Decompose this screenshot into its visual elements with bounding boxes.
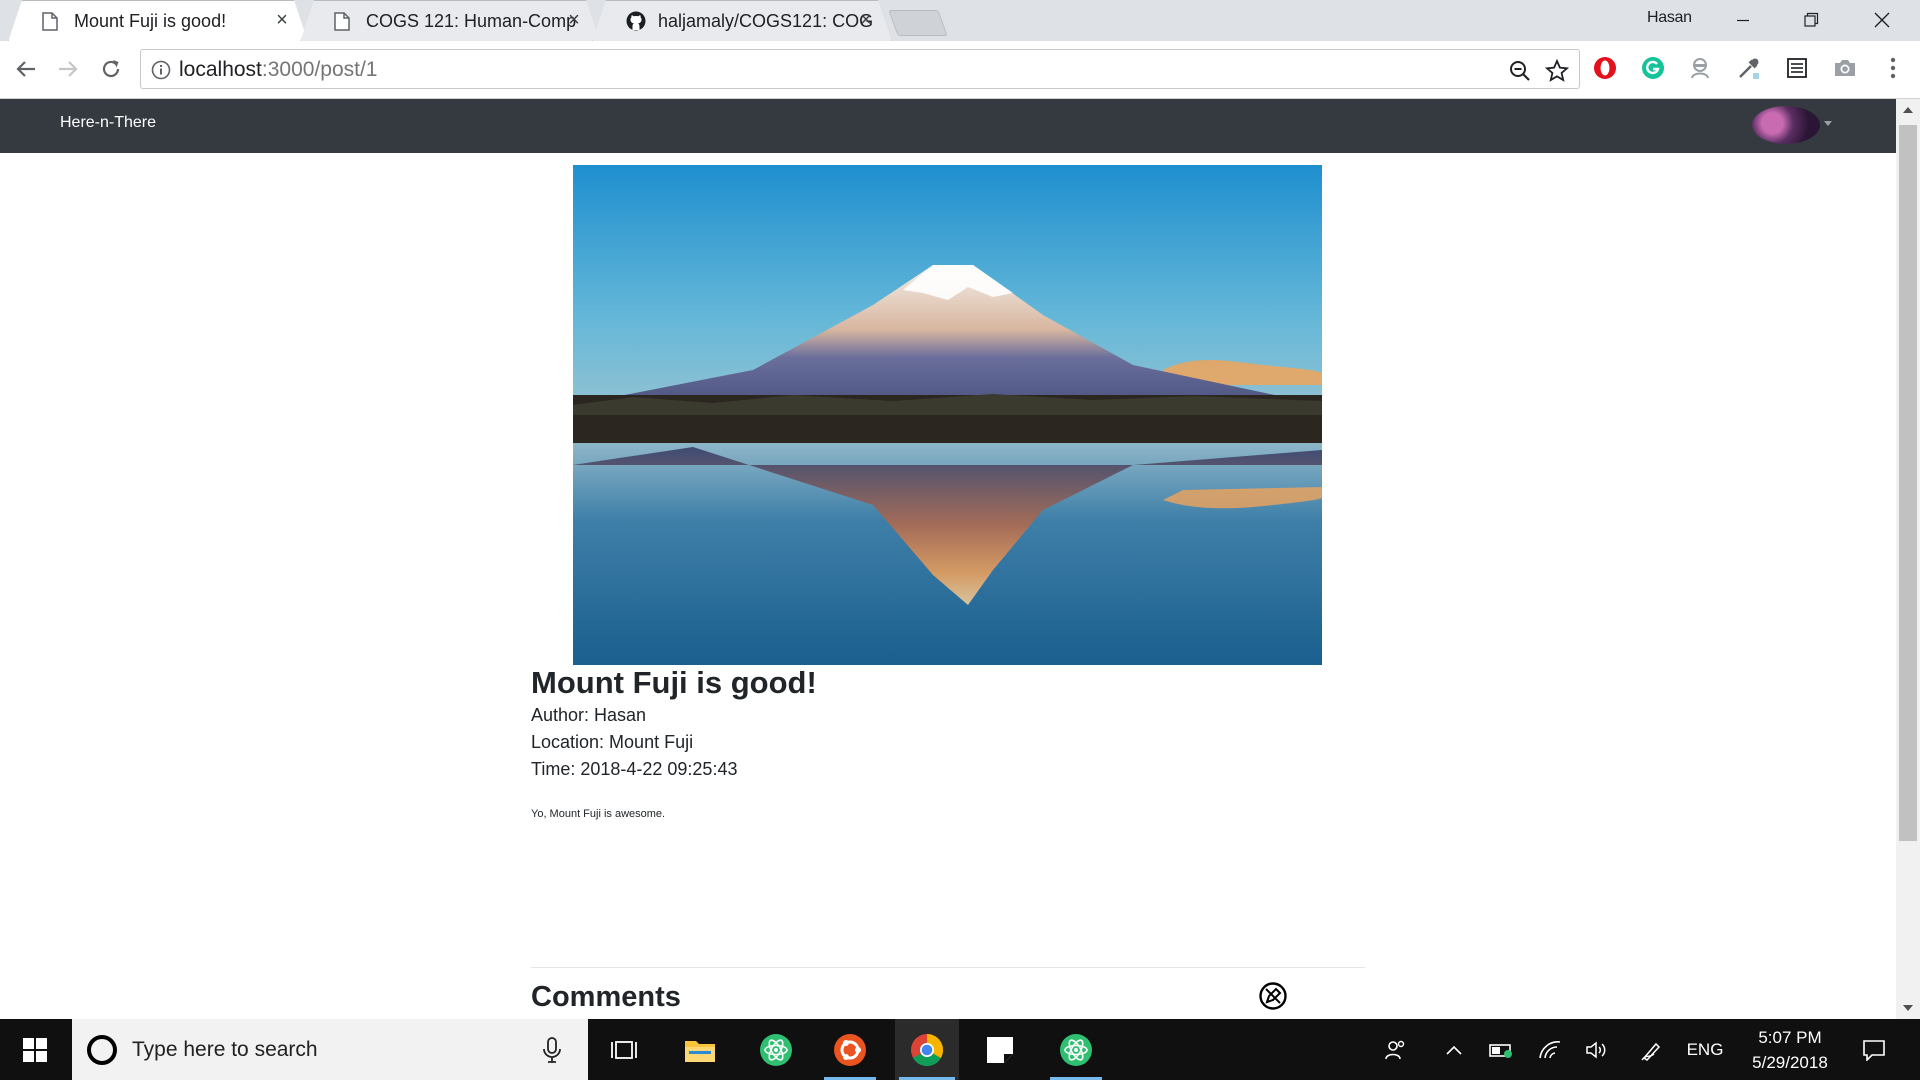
back-icon[interactable] [10,53,42,85]
file-explorer-icon[interactable] [670,1019,730,1080]
url-text[interactable]: localhost:3000/post/1 [179,58,377,82]
eyedropper-icon[interactable] [1734,53,1764,83]
tab-close-icon[interactable]: × [856,10,876,30]
new-tab-button[interactable] [888,10,948,36]
wifi-icon[interactable] [1534,1019,1566,1080]
post-author: Author: Hasan [531,705,647,725]
github-icon [626,11,646,31]
url-path: :3000/post/1 [261,58,378,81]
post-location: Location: Mount Fuji [531,732,694,752]
language-indicator[interactable]: ENG [1680,1019,1730,1080]
system-clock[interactable]: 5:07 PM 5/29/2018 [1735,1025,1845,1075]
zoom-icon[interactable] [1507,58,1533,84]
menu-dots-icon[interactable] [1878,53,1908,83]
address-bar[interactable]: localhost:3000/post/1 [140,49,1580,89]
incognito-extension-icon[interactable] [1685,53,1715,83]
task-view-icon[interactable] [594,1019,654,1080]
post-body: Yo, Mount Fuji is awesome. [531,808,666,820]
browser-tab-strip: Mount Fuji is good! × COGS 121: Human-Co… [0,0,1920,41]
info-icon[interactable] [151,60,171,80]
section-divider [531,967,1365,968]
windows-taskbar: Type here to search ENG 5:07 PM 5/29/201… [0,1019,1920,1080]
site-brand-link[interactable]: Here-n-There [60,114,156,132]
comments-heading: Comments [531,981,681,1013]
tab-mount-fuji[interactable]: Mount Fuji is good! × [8,0,308,42]
scrollbar-thumb[interactable] [1899,125,1917,841]
microphone-icon[interactable] [542,1037,562,1063]
action-center-icon[interactable] [1852,1019,1896,1080]
grammarly-icon[interactable] [1638,53,1668,83]
browser-toolbar: localhost:3000/post/1 [0,41,1920,99]
url-host: localhost [179,58,262,81]
tab-close-icon[interactable]: × [564,10,584,30]
atom-editor-running-icon[interactable] [1046,1019,1106,1080]
post-time: Time: 2018-4-22 09:25:43 [531,759,738,779]
compose-icon[interactable] [1258,981,1288,1011]
chrome-icon[interactable] [895,1019,959,1080]
post-title: Mount Fuji is good! [531,665,817,700]
profile-name[interactable]: Hasan [1647,9,1692,27]
scroll-down-icon[interactable] [1901,1001,1915,1015]
page-icon [334,12,350,31]
people-icon[interactable] [1378,1019,1414,1080]
forward-icon[interactable] [52,53,84,85]
tab-cogs121[interactable]: COGS 121: Human-Comp × [300,0,600,42]
close-window-icon[interactable] [1848,0,1916,40]
taskbar-search[interactable]: Type here to search [72,1019,588,1080]
user-avatar[interactable] [1752,106,1820,144]
site-navbar: Here-n-There [0,99,1896,153]
ubuntu-icon[interactable] [820,1019,880,1080]
bookmark-star-icon[interactable] [1544,58,1570,84]
opera-extension-icon[interactable] [1590,53,1620,83]
pen-ink-icon[interactable] [1636,1019,1668,1080]
sticky-notes-icon[interactable] [970,1019,1030,1080]
volume-icon[interactable] [1581,1019,1613,1080]
post-image [573,165,1322,665]
chevron-down-icon[interactable] [1824,121,1832,126]
tab-title: Mount Fuji is good! [74,10,227,31]
reader-list-icon[interactable] [1782,53,1812,83]
atom-editor-icon[interactable] [746,1019,806,1080]
chevron-up-icon[interactable] [1438,1019,1470,1080]
tab-github[interactable]: haljamaly/COGS121: COG × [592,0,892,42]
battery-icon[interactable] [1486,1019,1518,1080]
cortana-icon[interactable] [87,1035,117,1065]
reload-icon[interactable] [95,53,127,85]
clock-time: 5:07 PM [1758,1028,1822,1047]
tab-title: haljamaly/COGS121: COG [658,10,874,31]
page-viewport: Here-n-There Mount Fuji is good! Author:… [0,99,1896,1019]
taskbar-search-placeholder: Type here to search [132,1038,318,1061]
tab-title: COGS 121: Human-Comp [366,10,577,31]
camera-icon[interactable] [1830,53,1860,83]
scroll-up-icon[interactable] [1901,103,1915,117]
tab-close-icon[interactable]: × [272,10,292,30]
restore-icon[interactable] [1777,0,1845,40]
windows-start-icon[interactable] [0,1019,70,1080]
page-icon [42,12,58,31]
minimize-icon[interactable] [1709,0,1777,40]
clock-date: 5/29/2018 [1752,1053,1828,1072]
